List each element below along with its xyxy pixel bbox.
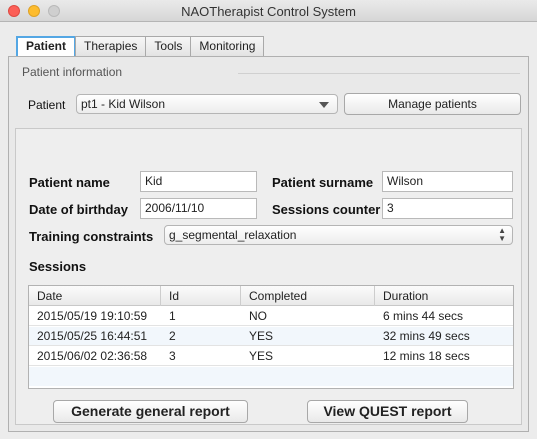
column-header-completed[interactable]: Completed <box>241 286 375 306</box>
patient-select[interactable]: pt1 - Kid Wilson <box>76 94 338 114</box>
cell-completed: NO <box>249 309 267 323</box>
tab-bar: Patient Therapies Tools Monitoring <box>16 36 265 56</box>
birthday-label: Date of birthday <box>29 202 128 217</box>
cell-id: 1 <box>169 309 176 323</box>
table-row[interactable]: 2015/05/25 16:44:51 2 YES 32 mins 49 sec… <box>29 327 513 346</box>
patient-select-value: pt1 - Kid Wilson <box>81 97 166 111</box>
section-divider <box>238 73 520 74</box>
updown-arrows-icon: ▲ ▼ <box>498 226 506 243</box>
table-row-empty <box>29 367 513 386</box>
cell-completed: YES <box>249 329 274 343</box>
sessions-title: Sessions <box>29 259 87 274</box>
table-row[interactable]: 2015/06/02 02:36:58 3 YES 12 mins 18 sec… <box>29 347 513 366</box>
tab-patient[interactable]: Patient <box>16 36 77 56</box>
sessions-table[interactable]: Date Id Completed Duration 2015/05/19 19… <box>28 285 514 389</box>
chevron-down-icon <box>319 102 329 108</box>
title-bar: NAOTherapist Control System <box>0 0 537 22</box>
column-header-id[interactable]: Id <box>161 286 241 306</box>
patient-surname-field[interactable]: Wilson <box>382 171 513 192</box>
cell-date: 2015/05/25 16:44:51 <box>37 329 148 343</box>
tab-tools[interactable]: Tools <box>145 36 192 56</box>
training-constraints-select[interactable]: g_segmental_relaxation ▲ ▼ <box>164 225 513 245</box>
table-row[interactable]: 2015/05/19 19:10:59 1 NO 6 mins 44 secs <box>29 307 513 326</box>
patient-surname-label: Patient surname <box>272 175 374 190</box>
manage-patients-button[interactable]: Manage patients <box>344 93 521 115</box>
cell-duration: 12 mins 18 secs <box>383 349 470 363</box>
cell-completed: YES <box>249 349 274 363</box>
table-header: Date Id Completed Duration <box>29 286 513 306</box>
cell-duration: 6 mins 44 secs <box>383 309 464 323</box>
window-title: NAOTherapist Control System <box>181 4 356 19</box>
training-constraints-label: Training constraints <box>29 229 154 244</box>
cell-id: 3 <box>169 349 176 363</box>
generate-general-report-button[interactable]: Generate general report <box>53 400 248 423</box>
column-header-duration[interactable]: Duration <box>375 286 513 306</box>
column-header-date[interactable]: Date <box>29 286 161 306</box>
tab-therapies[interactable]: Therapies <box>75 36 147 56</box>
view-quest-report-button[interactable]: View QUEST report <box>307 400 468 423</box>
sessions-counter-label: Sessions counter <box>272 202 381 217</box>
patient-label: Patient <box>28 98 66 112</box>
cell-id: 2 <box>169 329 176 343</box>
cell-duration: 32 mins 49 secs <box>383 329 470 343</box>
cell-date: 2015/05/19 19:10:59 <box>37 309 148 323</box>
patient-name-field[interactable]: Kid <box>140 171 257 192</box>
sessions-counter-field[interactable]: 3 <box>382 198 513 219</box>
birthday-field[interactable]: 2006/11/10 <box>140 198 257 219</box>
cell-date: 2015/06/02 02:36:58 <box>37 349 148 363</box>
training-constraints-value: g_segmental_relaxation <box>169 228 297 242</box>
section-title: Patient information <box>22 65 123 79</box>
tab-monitoring[interactable]: Monitoring <box>190 36 265 56</box>
patient-name-label: Patient name <box>29 175 110 190</box>
